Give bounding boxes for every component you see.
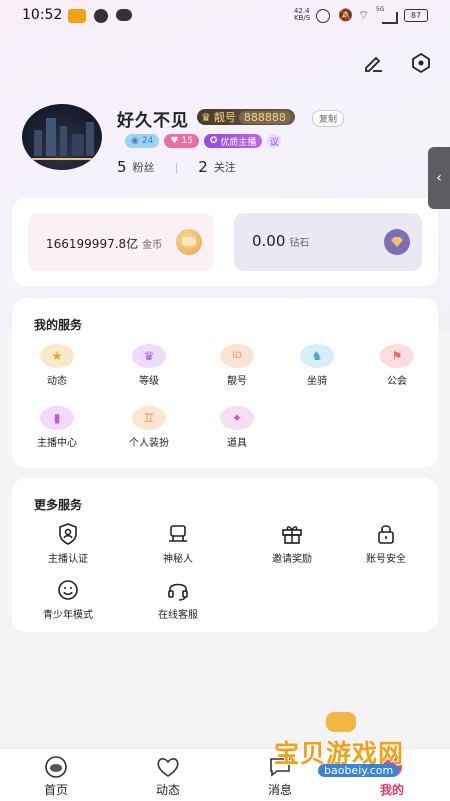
more-services-title: 更多服务 xyxy=(34,498,83,512)
diamonds-box[interactable]: 0.00 钻石 xyxy=(234,213,422,271)
user-name: 好久不见 xyxy=(117,111,189,131)
diamond-icon xyxy=(384,229,410,255)
my-services-card: 我的服务 ★ 动态 ♛ 等级 ID 靓号 ♞ 坐骑 ⚑ 公会 ▮ 主播中心 ♊ … xyxy=(12,298,438,468)
sparkle-icon: ✦ xyxy=(220,406,254,430)
smiley-face-icon xyxy=(58,580,78,600)
service-online-support[interactable]: 在线客服 xyxy=(138,578,218,621)
chat-notification-icon xyxy=(116,9,132,21)
service-anchor-center[interactable]: ▮ 主播中心 xyxy=(27,406,87,449)
profile-header: 好久不见 ♛ 靓号 888888 复制 ◉ 24 ♥ 15 ✪ 优质主播 议 5 粉丝… xyxy=(22,104,442,184)
nav-moments[interactable]: 动态 xyxy=(128,755,208,798)
id-badge-icon: ID xyxy=(220,344,254,368)
quality-anchor-tag: ✪ 优质主播 xyxy=(203,134,263,148)
pretty-number: 888888 xyxy=(238,110,291,124)
diamonds-unit: 钻石 xyxy=(289,238,310,249)
signal-icon xyxy=(382,12,398,24)
mic-icon: ♥ xyxy=(170,136,179,146)
user-tags: ◉ 24 ♥ 15 ✪ 优质主播 议 xyxy=(125,134,282,148)
star-icon: ★ xyxy=(40,344,74,368)
anchor-center-icon: ▮ xyxy=(40,406,74,430)
follow-stats: 5 粉丝 | 2 关注 xyxy=(117,158,236,176)
my-services-title: 我的服务 xyxy=(34,318,83,332)
outfit-icon: ♊ xyxy=(132,406,166,430)
headset-icon xyxy=(168,583,188,601)
service-pretty-number[interactable]: ID 靓号 xyxy=(207,344,267,387)
wallet-card: 166199997.8亿 金币 0.00 钻石 xyxy=(12,198,438,286)
service-dress-up[interactable]: ♊ 个人装扮 xyxy=(119,406,179,449)
mute-icon: 🔕 xyxy=(338,8,353,22)
watermark-url: baobeiy.com xyxy=(318,764,400,777)
avatar[interactable] xyxy=(22,104,102,170)
coin-icon xyxy=(176,229,202,255)
eye-icon: ◉ xyxy=(131,136,139,146)
status-time: 10:52 xyxy=(22,7,63,23)
gift-icon xyxy=(282,526,302,544)
heart-icon xyxy=(157,758,179,777)
chevron-left-icon: ‹ xyxy=(436,170,442,186)
coins-box[interactable]: 166199997.8亿 金币 xyxy=(28,213,214,271)
notification-icon xyxy=(94,9,108,23)
star-shield-icon: ✪ xyxy=(209,136,218,146)
service-level[interactable]: ♛ 等级 xyxy=(119,344,179,387)
gamepad-icon xyxy=(326,712,356,732)
net-speed: 42.4 KB/S xyxy=(294,7,311,22)
service-props[interactable]: ✦ 道具 xyxy=(207,406,267,449)
circle-tag: 议 xyxy=(267,134,282,148)
mic-level-tag: ♥ 15 xyxy=(164,134,199,148)
view-level-tag: ◉ 24 xyxy=(125,134,160,148)
pretty-label: 靓号 xyxy=(213,111,236,124)
service-anchor-verification[interactable]: 主播认证 xyxy=(28,522,108,565)
wifi-icon: ⌔ xyxy=(358,8,370,22)
pretty-number-badge: ♛ 靓号 888888 xyxy=(197,109,295,125)
fans-label[interactable]: 粉丝 xyxy=(133,159,155,175)
service-mystery-person[interactable]: 神秘人 xyxy=(138,522,218,565)
side-drawer-handle[interactable]: ‹ xyxy=(428,147,450,209)
follow-count[interactable]: 2 xyxy=(198,158,208,176)
service-invite-reward[interactable]: 邀请奖励 xyxy=(252,522,332,565)
shield-user-icon xyxy=(59,523,77,545)
service-mount[interactable]: ♞ 坐骑 xyxy=(287,344,347,387)
service-teen-mode[interactable]: 青少年模式 xyxy=(28,578,108,621)
lock-icon xyxy=(378,525,394,544)
edit-profile-icon[interactable] xyxy=(362,52,384,78)
fans-count[interactable]: 5 xyxy=(117,158,127,176)
coins-unit: 金币 xyxy=(142,240,163,251)
diamonds-value: 0.00 xyxy=(252,232,286,250)
mystery-person-icon xyxy=(169,525,187,542)
service-moments[interactable]: ★ 动态 xyxy=(27,344,87,387)
battery-icon: 87 xyxy=(404,9,428,22)
service-guild[interactable]: ⚑ 公会 xyxy=(367,344,427,387)
follow-label[interactable]: 关注 xyxy=(214,159,236,175)
copy-button[interactable]: 复制 xyxy=(312,110,345,127)
service-account-security[interactable]: 账号安全 xyxy=(346,522,426,565)
flag-icon: ⚑ xyxy=(380,344,414,368)
settings-icon[interactable] xyxy=(410,52,432,78)
crown-icon: ♛ xyxy=(132,344,166,368)
nav-home[interactable]: 首页 xyxy=(16,755,96,798)
mic-notification-icon xyxy=(68,9,86,23)
more-services-card: 更多服务 主播认证 神秘人 邀请奖励 账号安全 青少年模式 在线客服 xyxy=(12,478,438,632)
home-eye-icon xyxy=(45,756,67,778)
alarm-icon xyxy=(316,9,330,23)
watermark: 宝贝游戏网 baobeiy.com xyxy=(262,712,442,782)
status-bar: 10:52 42.4 KB/S 🔕 ⌔ 5G 87 xyxy=(0,0,450,30)
coins-value: 166199997.8亿 xyxy=(46,237,139,251)
crown-icon: ♛ xyxy=(201,110,211,124)
divider: | xyxy=(174,160,179,174)
horse-icon: ♞ xyxy=(300,344,334,368)
